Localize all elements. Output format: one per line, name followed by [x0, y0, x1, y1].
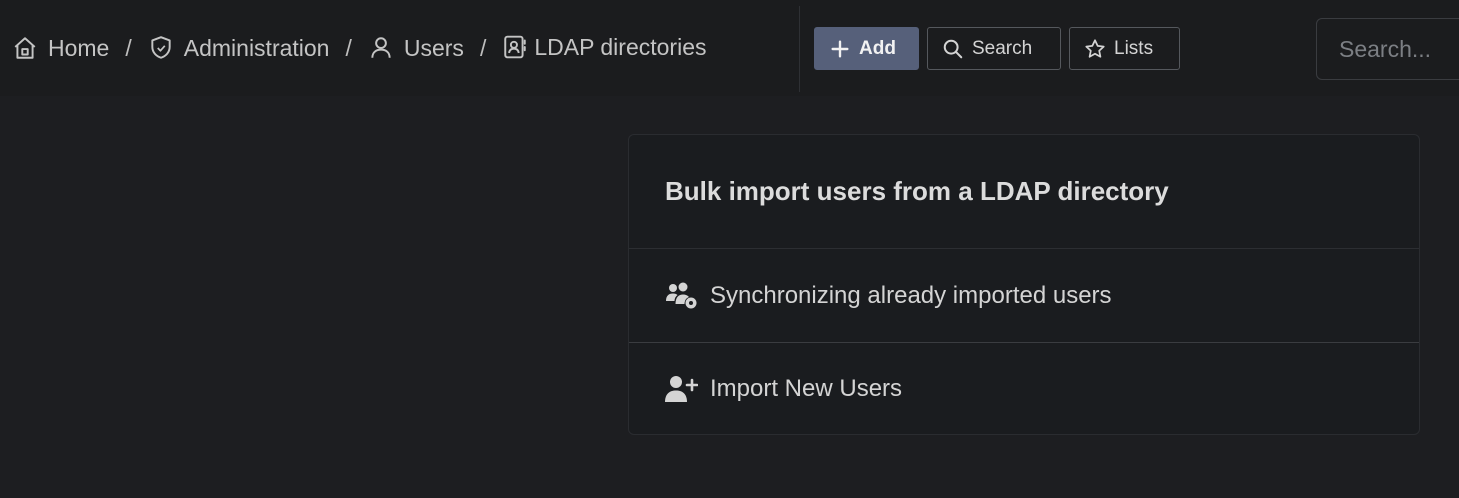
breadcrumb-ldap-directories[interactable]: LDAP directories [502, 34, 706, 61]
sync-imported-users-link[interactable]: Synchronizing already imported users [629, 249, 1419, 342]
import-new-users-link[interactable]: Import New Users [629, 342, 1419, 434]
global-search-input[interactable] [1316, 18, 1459, 80]
add-button-label: Add [859, 37, 896, 59]
user-plus-icon [665, 376, 698, 402]
search-icon [943, 39, 963, 58]
breadcrumb-administration[interactable]: Administration [148, 34, 330, 62]
breadcrumb-separator: / [479, 34, 487, 61]
breadcrumb: Home / Administration / Users / LDAP dir… [12, 28, 706, 68]
breadcrumb-administration-label: Administration [183, 34, 330, 61]
lists-button-label: Lists [1114, 37, 1154, 59]
card-header: Bulk import users from a LDAP directory [629, 135, 1419, 249]
breadcrumb-users[interactable]: Users [368, 35, 464, 62]
breadcrumb-home[interactable]: Home [12, 35, 109, 62]
address-book-icon [504, 35, 527, 59]
card-title: Bulk import users from a LDAP directory [665, 176, 1169, 206]
user-icon [371, 37, 391, 58]
ldap-import-card: Bulk import users from a LDAP directory … [628, 134, 1420, 435]
star-icon [1085, 38, 1105, 58]
users-gear-icon [666, 282, 697, 308]
search-button-label: Search [972, 37, 1033, 59]
import-new-users-label: Import New Users [710, 375, 903, 402]
breadcrumb-separator: / [345, 34, 352, 61]
lists-button[interactable]: Lists [1069, 27, 1180, 70]
top-navbar: Home / Administration / Users / LDAP dir… [0, 0, 1459, 96]
breadcrumb-ldap-directories-label: LDAP directories [534, 33, 707, 60]
breadcrumb-home-label: Home [48, 34, 110, 61]
search-button[interactable]: Search [927, 27, 1061, 70]
sync-imported-users-label: Synchronizing already imported users [710, 281, 1112, 309]
breadcrumb-users-label: Users [403, 34, 464, 61]
breadcrumb-separator: / [125, 34, 132, 61]
shield-icon [151, 36, 171, 59]
toolbar-divider [799, 6, 800, 92]
add-button[interactable]: Add [814, 27, 919, 70]
home-icon [14, 37, 36, 59]
plus-icon [831, 39, 849, 58]
